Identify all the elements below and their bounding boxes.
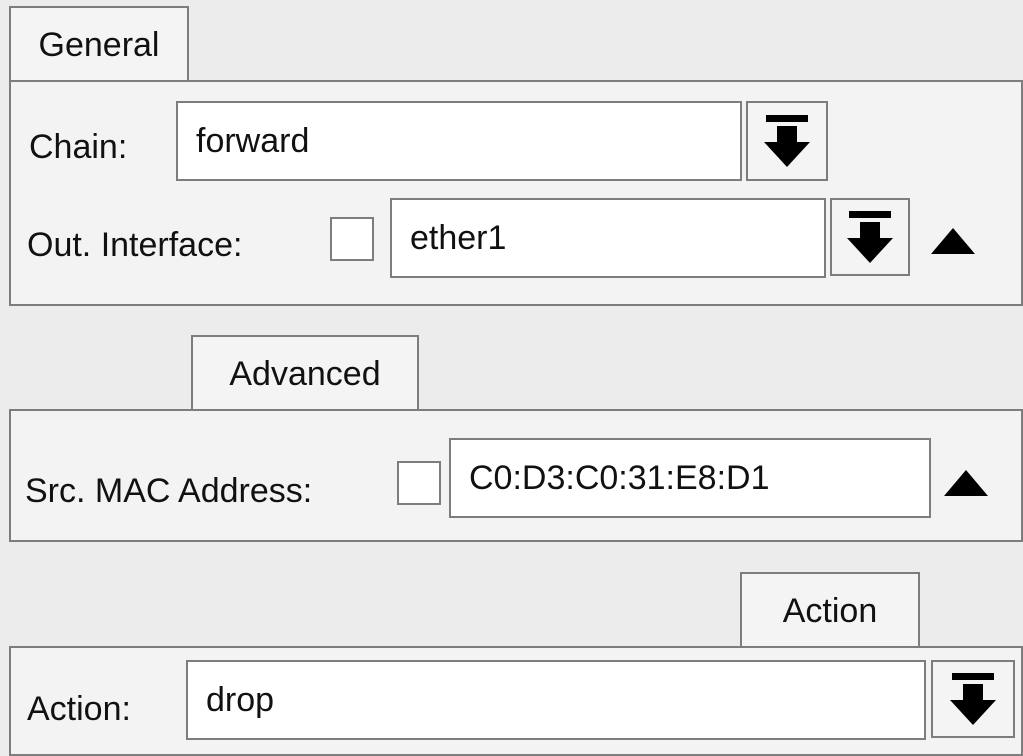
- action-field[interactable]: drop: [186, 660, 926, 740]
- triangle-up-icon[interactable]: [931, 228, 975, 259]
- src-mac-field[interactable]: C0:D3:C0:31:E8:D1: [449, 438, 931, 518]
- chain-field[interactable]: forward: [176, 101, 742, 181]
- tab-general-label: General: [38, 26, 160, 64]
- src-mac-label: Src. MAC Address:: [25, 472, 313, 510]
- out-interface-dropdown-button[interactable]: [830, 198, 910, 276]
- src-mac-invert-checkbox[interactable]: [397, 461, 441, 505]
- triangle-up-icon[interactable]: [944, 470, 988, 501]
- tab-advanced-label: Advanced: [229, 355, 381, 393]
- chain-label: Chain:: [29, 128, 128, 166]
- action-dropdown-button[interactable]: [931, 660, 1015, 738]
- chain-value: forward: [196, 122, 310, 160]
- chain-dropdown-button[interactable]: [746, 101, 828, 181]
- src-mac-value: C0:D3:C0:31:E8:D1: [469, 459, 770, 497]
- dropdown-arrow-icon: [762, 113, 812, 169]
- tab-advanced[interactable]: Advanced: [191, 335, 419, 411]
- out-interface-label: Out. Interface:: [27, 226, 243, 264]
- dropdown-arrow-icon: [948, 671, 998, 727]
- out-interface-field[interactable]: ether1: [390, 198, 826, 278]
- tab-action[interactable]: Action: [740, 572, 920, 648]
- out-interface-invert-checkbox[interactable]: [330, 217, 374, 261]
- tab-action-label: Action: [782, 592, 878, 630]
- action-value: drop: [206, 681, 275, 719]
- tab-general[interactable]: General: [9, 6, 189, 82]
- action-label: Action:: [27, 690, 131, 728]
- out-interface-value: ether1: [410, 219, 507, 257]
- dropdown-arrow-icon: [845, 209, 895, 265]
